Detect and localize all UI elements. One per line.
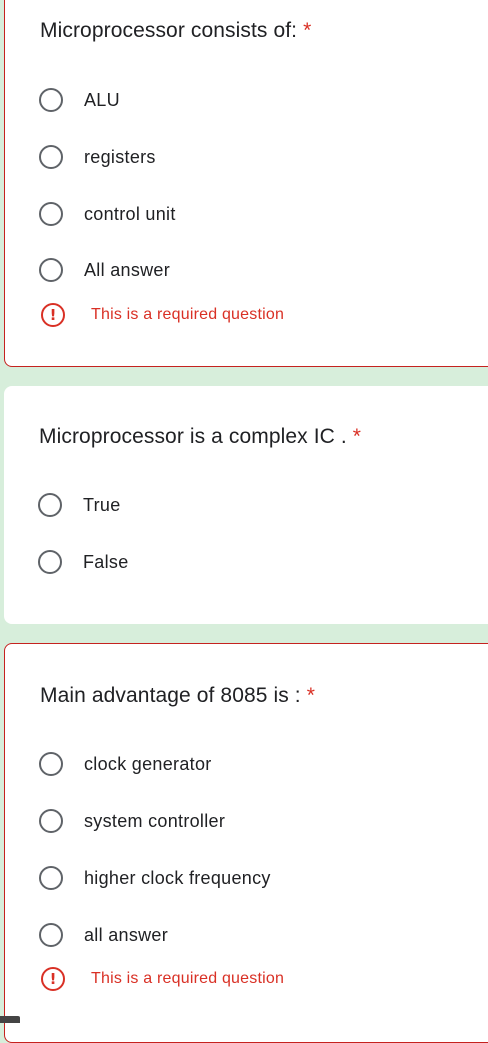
question-card-microprocessor-complex-ic: Microprocessor is a complex IC . * True F… xyxy=(4,386,488,624)
radio-button[interactable] xyxy=(39,866,63,890)
error-text: This is a required question xyxy=(91,970,285,987)
option-system-controller[interactable]: system controller xyxy=(39,806,225,836)
option-all-answer[interactable]: all answer xyxy=(39,920,168,950)
corner-artifact xyxy=(0,1016,20,1023)
required-error-message: ! This is a required question xyxy=(41,965,284,993)
option-all-answer[interactable]: All answer xyxy=(39,255,170,285)
option-alu[interactable]: ALU xyxy=(39,85,120,115)
option-label: clock generator xyxy=(84,753,212,774)
option-label: False xyxy=(83,551,129,572)
radio-button[interactable] xyxy=(39,88,63,112)
option-control-unit[interactable]: control unit xyxy=(39,199,176,229)
option-label: True xyxy=(83,494,121,515)
option-higher-clock-frequency[interactable]: higher clock frequency xyxy=(39,863,271,893)
option-label: system controller xyxy=(84,810,226,831)
option-label: higher clock frequency xyxy=(84,867,271,888)
question-card-main-advantage-8085: Main advantage of 8085 is : * clock gener… xyxy=(4,643,488,1043)
alert-circle-icon: ! xyxy=(41,303,65,327)
question-card-microprocessor-consists-of: Microprocessor consists of: * ALU registe… xyxy=(4,0,488,367)
error-text: This is a required question xyxy=(91,306,285,323)
radio-button[interactable] xyxy=(38,550,62,574)
option-label: all answer xyxy=(84,924,169,945)
required-error-message: ! This is a required question xyxy=(41,301,284,329)
radio-button[interactable] xyxy=(39,923,63,947)
radio-button[interactable] xyxy=(39,752,63,776)
radio-button[interactable] xyxy=(39,809,63,833)
alert-circle-icon: ! xyxy=(41,967,65,991)
radio-button[interactable] xyxy=(39,258,63,282)
radio-button[interactable] xyxy=(39,202,63,226)
option-label: All answer xyxy=(84,259,171,280)
option-registers[interactable]: registers xyxy=(39,142,156,172)
option-label: registers xyxy=(84,146,156,167)
option-false[interactable]: False xyxy=(38,547,129,577)
radio-button[interactable] xyxy=(38,493,62,517)
option-label: control unit xyxy=(84,203,176,224)
required-asterisk: * xyxy=(303,19,312,42)
option-label: ALU xyxy=(84,89,120,110)
radio-button[interactable] xyxy=(39,145,63,169)
required-asterisk: * xyxy=(306,684,315,707)
required-asterisk: * xyxy=(352,425,362,448)
option-clock-generator[interactable]: clock generator xyxy=(39,749,212,779)
question-title: Microprocessor is a complex IC . * xyxy=(39,425,362,448)
question-title: Microprocessor consists of: * xyxy=(40,19,312,42)
option-true[interactable]: True xyxy=(38,490,121,520)
question-title: Main advantage of 8085 is : * xyxy=(40,684,315,707)
